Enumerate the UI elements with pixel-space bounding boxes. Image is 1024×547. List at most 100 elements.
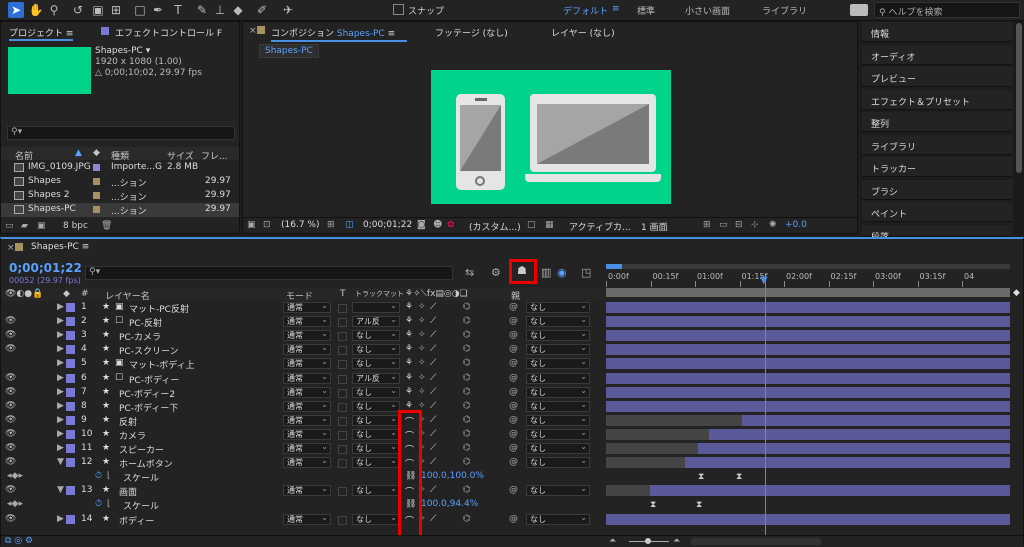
layer-duration-bar[interactable] [606, 386, 1010, 398]
fast-preview-icon[interactable]: ▭ [719, 220, 728, 230]
eye-icon[interactable]: 👁 [5, 443, 16, 453]
pick-whip-icon[interactable]: @ [509, 344, 518, 354]
layer-name[interactable]: PC-ボディー [129, 373, 179, 386]
snap-checkbox[interactable] [393, 4, 404, 15]
layer-row[interactable]: 👁 ▶ 6 ★ ☐ PC-ボディー 通常 アル反 ⚘ ✧ ⟋ ⌬ @ なし [1, 372, 605, 386]
layer-row[interactable]: 👁 ▶ 14 ★ ボディー 通常 なし ⌒ ✧ ⟋ ⌬ @ なし [1, 513, 605, 527]
graph-editor-icon[interactable]: ◳ [581, 266, 591, 279]
pick-whip-icon[interactable]: @ [509, 373, 518, 383]
mode-dropdown[interactable]: 通常 [283, 372, 331, 384]
hand-tool-icon[interactable]: ✋ [28, 2, 44, 18]
preserve-transparency-checkbox[interactable] [338, 304, 347, 313]
pick-whip-icon[interactable]: @ [509, 443, 518, 453]
layer-row[interactable]: ▶ 1 ★ ▣ マット-PC反射 通常 ⚘ ✧ ⟋ ⌬ @ なし [1, 301, 605, 315]
expand-twirl-icon[interactable]: ▶ [57, 514, 64, 524]
current-timecode[interactable]: 0;00;01;22 [9, 261, 82, 275]
right-panel-item[interactable]: ペイント [862, 202, 1012, 222]
puppet-tool-icon[interactable]: ✈ [280, 2, 296, 18]
region-icon[interactable]: □ [527, 220, 536, 230]
preserve-transparency-checkbox[interactable] [338, 388, 347, 398]
right-panel-item[interactable]: トラッカー [862, 157, 1012, 177]
parent-dropdown[interactable]: なし [526, 329, 590, 342]
parent-dropdown[interactable]: なし [526, 428, 590, 440]
layer-label-color[interactable] [66, 514, 75, 524]
layer-label-color[interactable] [66, 458, 75, 468]
layer-row[interactable]: 👁 ▼ 12 ★ ホームボタン 通常 なし ⌒ ✧ ⟋ ⌬ @ なし [1, 456, 605, 470]
right-panel-item[interactable]: プレビュー [862, 67, 1012, 87]
project-item[interactable]: IMG_0109.JPG Importe...G 2.8 MB [1, 161, 239, 175]
pick-whip-icon[interactable]: @ [509, 485, 518, 495]
adjustment-icon[interactable]: ⌬ [463, 373, 471, 383]
mode-dropdown[interactable]: 通常 [283, 400, 331, 412]
eye-icon[interactable]: 👁 [5, 429, 16, 439]
work-area-bar[interactable] [606, 264, 1010, 269]
expand-twirl-icon[interactable]: ▶ [57, 415, 64, 425]
trackmatte-dropdown[interactable]: なし [352, 484, 400, 497]
layer-row[interactable]: 👁 ▶ 11 ★ スピーカー 通常 なし ⌒ ✧ ⟋ ⌬ @ なし [1, 442, 605, 456]
right-panel-item[interactable]: ライブラリ [862, 134, 1012, 155]
layer-label-color[interactable] [66, 415, 75, 425]
adjustment-icon[interactable]: ⌬ [463, 514, 471, 524]
layer-bar-area[interactable]: ⧗ ⧗ ⧗ ⧗ [606, 301, 1010, 537]
expand-twirl-icon[interactable]: ▶ [57, 330, 64, 340]
parent-dropdown[interactable]: なし [526, 343, 590, 356]
time-ruler[interactable]: 0:00f 00:15f 01:00f 01:15f 02:00f 02:15f 03:00… [606, 271, 1010, 287]
shy-switch-icon[interactable]: ⚘ [405, 316, 413, 326]
flowchart-icon[interactable]: ⊹ [751, 220, 759, 230]
workspace-default[interactable]: デフォルト [563, 4, 608, 17]
pick-whip-icon[interactable]: @ [509, 401, 518, 411]
shy-switch-icon[interactable]: ⚘ [405, 358, 413, 368]
parent-dropdown[interactable]: なし [526, 456, 590, 469]
keyframe-icon[interactable]: ⧗ [698, 472, 704, 482]
collapse-switch-icon[interactable]: ✧ [418, 373, 426, 383]
expand-twirl-icon[interactable]: ▶ [57, 429, 64, 439]
close-icon[interactable]: × [7, 243, 15, 253]
playhead-icon[interactable]: ▼ [760, 275, 768, 286]
quality-switch-icon[interactable]: ⟋ [430, 401, 436, 411]
roto-tool-icon[interactable]: ✐ [254, 2, 270, 18]
preserve-transparency-checkbox[interactable] [338, 402, 347, 412]
layer-name[interactable]: PC-反射 [129, 316, 162, 329]
eye-icon[interactable]: 👁 [5, 415, 16, 425]
quality-switch-icon[interactable]: ⟋ [430, 344, 436, 354]
trackmatte-dropdown[interactable]: アル反 [352, 315, 400, 328]
mode-dropdown[interactable]: 通常 [283, 329, 331, 342]
adjustment-icon[interactable]: ⌬ [463, 302, 471, 312]
eye-icon[interactable]: 👁 [5, 457, 16, 467]
layer-name[interactable]: PC-カメラ [119, 330, 161, 343]
graph-icon[interactable]: ⌊ [107, 499, 111, 509]
parent-dropdown[interactable]: なし [526, 484, 590, 497]
keyframe-nav-icon[interactable]: ◂◆▸ [7, 471, 23, 481]
adjustment-icon[interactable]: ⌬ [463, 457, 471, 467]
eye-icon[interactable]: 👁 [5, 330, 16, 340]
collapse-switch-icon[interactable]: ✧ [418, 344, 426, 354]
workspace-library[interactable]: ライブラリ [762, 4, 807, 17]
quality-switch-icon[interactable]: ⟋ [430, 443, 436, 453]
stopwatch-icon[interactable]: ⏱ [95, 471, 102, 481]
parent-dropdown[interactable]: なし [526, 372, 590, 384]
preserve-transparency-checkbox[interactable] [338, 332, 347, 342]
brush-tool-icon[interactable]: ✎ [194, 2, 210, 18]
parent-dropdown[interactable]: なし [526, 301, 590, 313]
quality-switch-icon[interactable]: ⟋ [430, 330, 436, 340]
layer-label-color[interactable] [66, 345, 75, 355]
pick-whip-icon[interactable]: @ [509, 387, 518, 397]
eye-icon[interactable]: 👁 [5, 387, 16, 397]
eraser-tool-icon[interactable]: ◆ [230, 2, 246, 18]
workspace-small-screen[interactable]: 小さい画面 [685, 4, 730, 17]
parent-dropdown[interactable]: なし [526, 400, 590, 412]
mode-dropdown[interactable]: 通常 [283, 484, 331, 497]
layer-duration-bar[interactable] [606, 358, 1010, 370]
preserve-transparency-checkbox[interactable] [338, 487, 347, 497]
motion-blur-icon[interactable]: ◉ [557, 266, 567, 279]
right-panel-item[interactable]: 段落 [862, 224, 1012, 243]
right-panel-scrollbar[interactable] [1014, 21, 1024, 234]
layer-name[interactable]: スピーカー [119, 443, 164, 456]
new-folder-icon[interactable]: ▰ [21, 221, 28, 231]
property-value[interactable]: 100.0,94.4% [421, 499, 478, 509]
trackmatte-dropdown[interactable]: なし [352, 456, 400, 469]
expand-twirl-icon[interactable]: ▶ [57, 373, 64, 383]
expand-twirl-icon[interactable]: ▼ [57, 485, 64, 495]
collapse-switch-icon[interactable]: ✧ [418, 302, 426, 312]
layer-row[interactable]: 👁 ▶ 4 ★ PC-スクリーン 通常 なし ⚘ ✧ ⟋ ⌬ @ なし [1, 343, 605, 357]
